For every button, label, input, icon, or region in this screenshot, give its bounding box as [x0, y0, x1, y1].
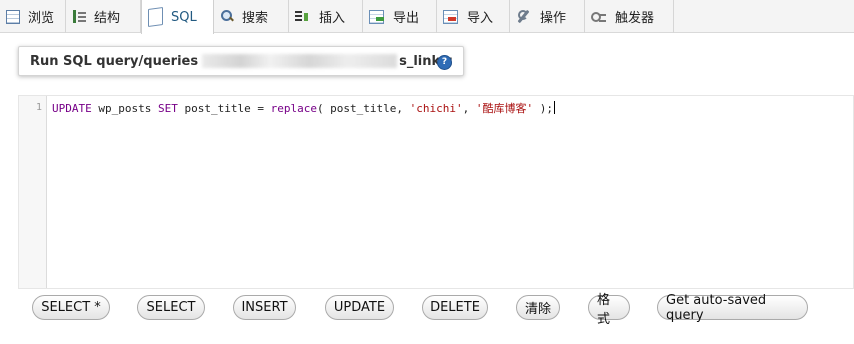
import-icon	[443, 9, 459, 25]
tab-insert-label: 插入	[319, 11, 346, 26]
tab-export[interactable]: 导出	[363, 0, 437, 33]
redacted-database-name	[202, 54, 398, 68]
sql-close: );	[533, 102, 554, 115]
select-star-button[interactable]: SELECT *	[32, 295, 110, 320]
tab-export-label: 导出	[393, 11, 420, 26]
delete-button[interactable]: DELETE	[422, 295, 488, 320]
get-auto-saved-query-button[interactable]: Get auto-saved query	[657, 293, 808, 323]
select-button[interactable]: SELECT	[137, 295, 205, 320]
main-tab-bar: 浏览 结构 SQL 搜索 插入 导出 导入 操作 触发器	[0, 0, 854, 34]
export-icon	[369, 9, 385, 25]
clear-button[interactable]: 清除	[516, 295, 560, 320]
tab-triggers[interactable]: 触发器	[585, 0, 674, 33]
tab-search[interactable]: 搜索	[214, 0, 289, 33]
sql-table-name: wp_posts	[91, 102, 158, 115]
tab-sql-label: SQL	[171, 9, 197, 25]
sql-string-from: 'chichi'	[409, 102, 463, 115]
tab-import[interactable]: 导入	[437, 0, 510, 33]
browse-table-icon	[6, 10, 20, 24]
sql-comma: ,	[462, 102, 476, 115]
tab-operations-label: 操作	[540, 11, 567, 26]
sql-function-replace: replace	[270, 102, 317, 115]
sql-query-editor[interactable]: 1 UPDATE wp_posts SET post_title = repla…	[18, 95, 854, 289]
text-caret	[554, 101, 556, 114]
tab-structure[interactable]: 结构	[66, 0, 141, 33]
sql-keyword-update: UPDATE	[52, 102, 92, 115]
run-sql-query-header: Run SQL query/queries s_links: ?	[18, 46, 464, 76]
tab-triggers-label: 触发器	[615, 11, 655, 26]
sql-assignment: post_title =	[177, 102, 271, 115]
sql-code-line[interactable]: UPDATE wp_posts SET post_title = replace…	[52, 100, 556, 116]
tab-import-label: 导入	[467, 11, 494, 26]
tab-browse[interactable]: 浏览	[0, 0, 66, 33]
format-button[interactable]: 格式	[588, 293, 630, 327]
update-button[interactable]: UPDATE	[325, 295, 394, 320]
line-number-gutter: 1	[19, 96, 47, 288]
tab-structure-label: 结构	[94, 11, 121, 26]
insert-icon	[295, 9, 311, 25]
search-icon	[220, 9, 234, 25]
sql-args-open: ( post_title,	[316, 102, 410, 115]
tab-search-label: 搜索	[242, 11, 269, 26]
line-number: 1	[35, 102, 42, 113]
sql-keyword-set: SET	[157, 102, 178, 115]
tab-insert[interactable]: 插入	[289, 0, 363, 33]
operations-wrench-icon	[516, 9, 532, 25]
help-icon[interactable]: ?	[437, 55, 452, 70]
sql-page-icon	[148, 6, 163, 28]
insert-button[interactable]: INSERT	[233, 295, 296, 320]
sql-string-to: '酷库博客'	[475, 102, 534, 115]
tab-sql[interactable]: SQL	[141, 0, 214, 34]
tab-browse-label: 浏览	[28, 11, 55, 26]
query-header-prefix: Run SQL query/queries	[30, 53, 199, 69]
tab-operations[interactable]: 操作	[510, 0, 585, 33]
query-button-row: SELECT * SELECT INSERT UPDATE DELETE 清除 …	[0, 293, 854, 327]
triggers-icon	[591, 9, 607, 25]
structure-icon	[72, 9, 86, 25]
